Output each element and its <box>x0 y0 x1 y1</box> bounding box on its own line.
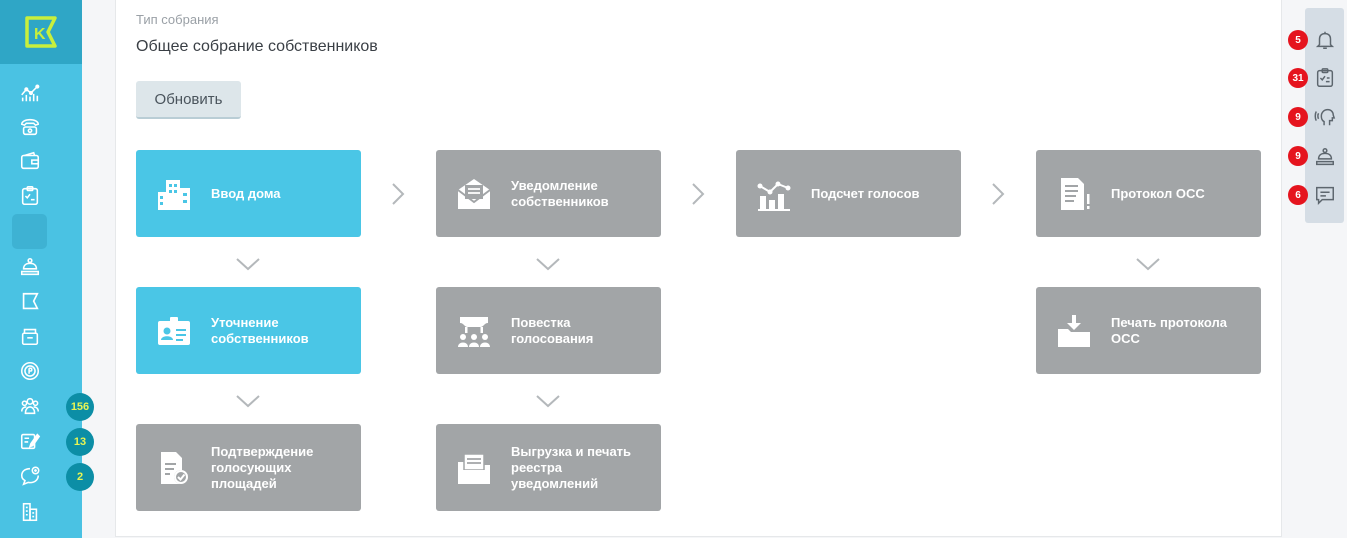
step-agenda[interactable]: Повестка голосования <box>436 287 661 374</box>
voice-head-icon[interactable] <box>1313 105 1337 129</box>
step-owners-clarification[interactable]: Уточнение собственников <box>136 287 361 374</box>
document-check-icon <box>154 448 194 488</box>
coin-icon[interactable] <box>17 358 43 384</box>
meeting-type-label: Тип собрания <box>136 12 219 27</box>
chevron-right-icon <box>392 183 405 205</box>
document-alert-icon <box>1054 174 1094 214</box>
bell-icon[interactable] <box>1313 28 1337 52</box>
clipboard-check-icon[interactable] <box>17 183 43 209</box>
step-vote-count[interactable]: Подсчет голосов <box>736 150 961 237</box>
id-card-icon <box>154 311 194 351</box>
chat-icon[interactable] <box>1313 183 1337 207</box>
sidebar-item-active[interactable] <box>12 214 47 249</box>
step-export-registry-label: Выгрузка и печать реестра уведомлений <box>511 443 632 491</box>
step-agenda-label: Повестка голосования <box>511 314 594 346</box>
folder-document-icon <box>454 448 494 488</box>
step-owners-notification-label: Уведомление собственников <box>511 177 609 209</box>
chevron-down-icon <box>536 258 560 271</box>
reception-badge: 9 <box>1288 146 1308 166</box>
chevron-right-icon <box>992 183 1005 205</box>
left-sidebar: K 156 13 2 <box>0 0 94 538</box>
bar-chart-icon <box>754 174 794 214</box>
chevron-down-icon <box>536 395 560 408</box>
people-badge: 156 <box>66 393 94 421</box>
step-protocol[interactable]: Протокол ОСС <box>1036 150 1261 237</box>
chevron-down-icon <box>236 395 260 408</box>
calls-badge: 9 <box>1288 107 1308 127</box>
step-areas-confirmation-label: Подтверждение голосующих площадей <box>211 443 314 491</box>
refresh-button[interactable]: Обновить <box>136 81 241 119</box>
step-house-input-label: Ввод дома <box>211 185 281 201</box>
chat-add-badge: 2 <box>66 463 94 491</box>
tasks-badge: 31 <box>1288 68 1308 88</box>
step-print-protocol-label: Печать протокола ОСС <box>1111 314 1227 346</box>
phone-icon[interactable] <box>17 114 43 140</box>
edit-badge: 13 <box>66 428 94 456</box>
chevron-right-icon <box>692 183 705 205</box>
reception-bell-icon[interactable] <box>1313 145 1337 169</box>
logo-icon: K <box>25 16 57 48</box>
people-icon[interactable] <box>17 393 43 419</box>
envelope-open-icon <box>454 174 494 214</box>
box-icon[interactable] <box>17 323 43 349</box>
buildings-icon <box>154 174 194 214</box>
svg-text:K: K <box>34 26 46 43</box>
step-areas-confirmation[interactable]: Подтверждение голосующих площадей <box>136 424 361 511</box>
notifications-badge: 5 <box>1288 30 1308 50</box>
step-export-registry[interactable]: Выгрузка и печать реестра уведомлений <box>436 424 661 511</box>
step-owners-clarification-label: Уточнение собственников <box>211 314 309 346</box>
edit-icon[interactable] <box>17 428 43 454</box>
step-protocol-label: Протокол ОСС <box>1111 185 1205 201</box>
chat-add-icon[interactable] <box>17 463 43 489</box>
step-owners-notification[interactable]: Уведомление собственников <box>436 150 661 237</box>
folder-download-icon <box>1054 311 1094 351</box>
step-house-input[interactable]: Ввод дома <box>136 150 361 237</box>
messages-badge: 6 <box>1288 185 1308 205</box>
building-icon[interactable] <box>17 499 43 525</box>
reception-bell-icon[interactable] <box>17 254 43 280</box>
wallet-icon[interactable] <box>17 148 43 174</box>
analytics-icon[interactable] <box>17 80 43 106</box>
clipboard-check-icon[interactable] <box>1313 66 1337 90</box>
chevron-down-icon <box>236 258 260 271</box>
meeting-icon <box>454 311 494 351</box>
app-logo[interactable]: K <box>0 0 82 64</box>
chevron-down-icon <box>1136 258 1160 271</box>
step-print-protocol[interactable]: Печать протокола ОСС <box>1036 287 1261 374</box>
step-vote-count-label: Подсчет голосов <box>811 185 920 201</box>
flag-icon[interactable] <box>17 289 43 315</box>
meeting-type-value: Общее собрание собственников <box>136 38 378 55</box>
